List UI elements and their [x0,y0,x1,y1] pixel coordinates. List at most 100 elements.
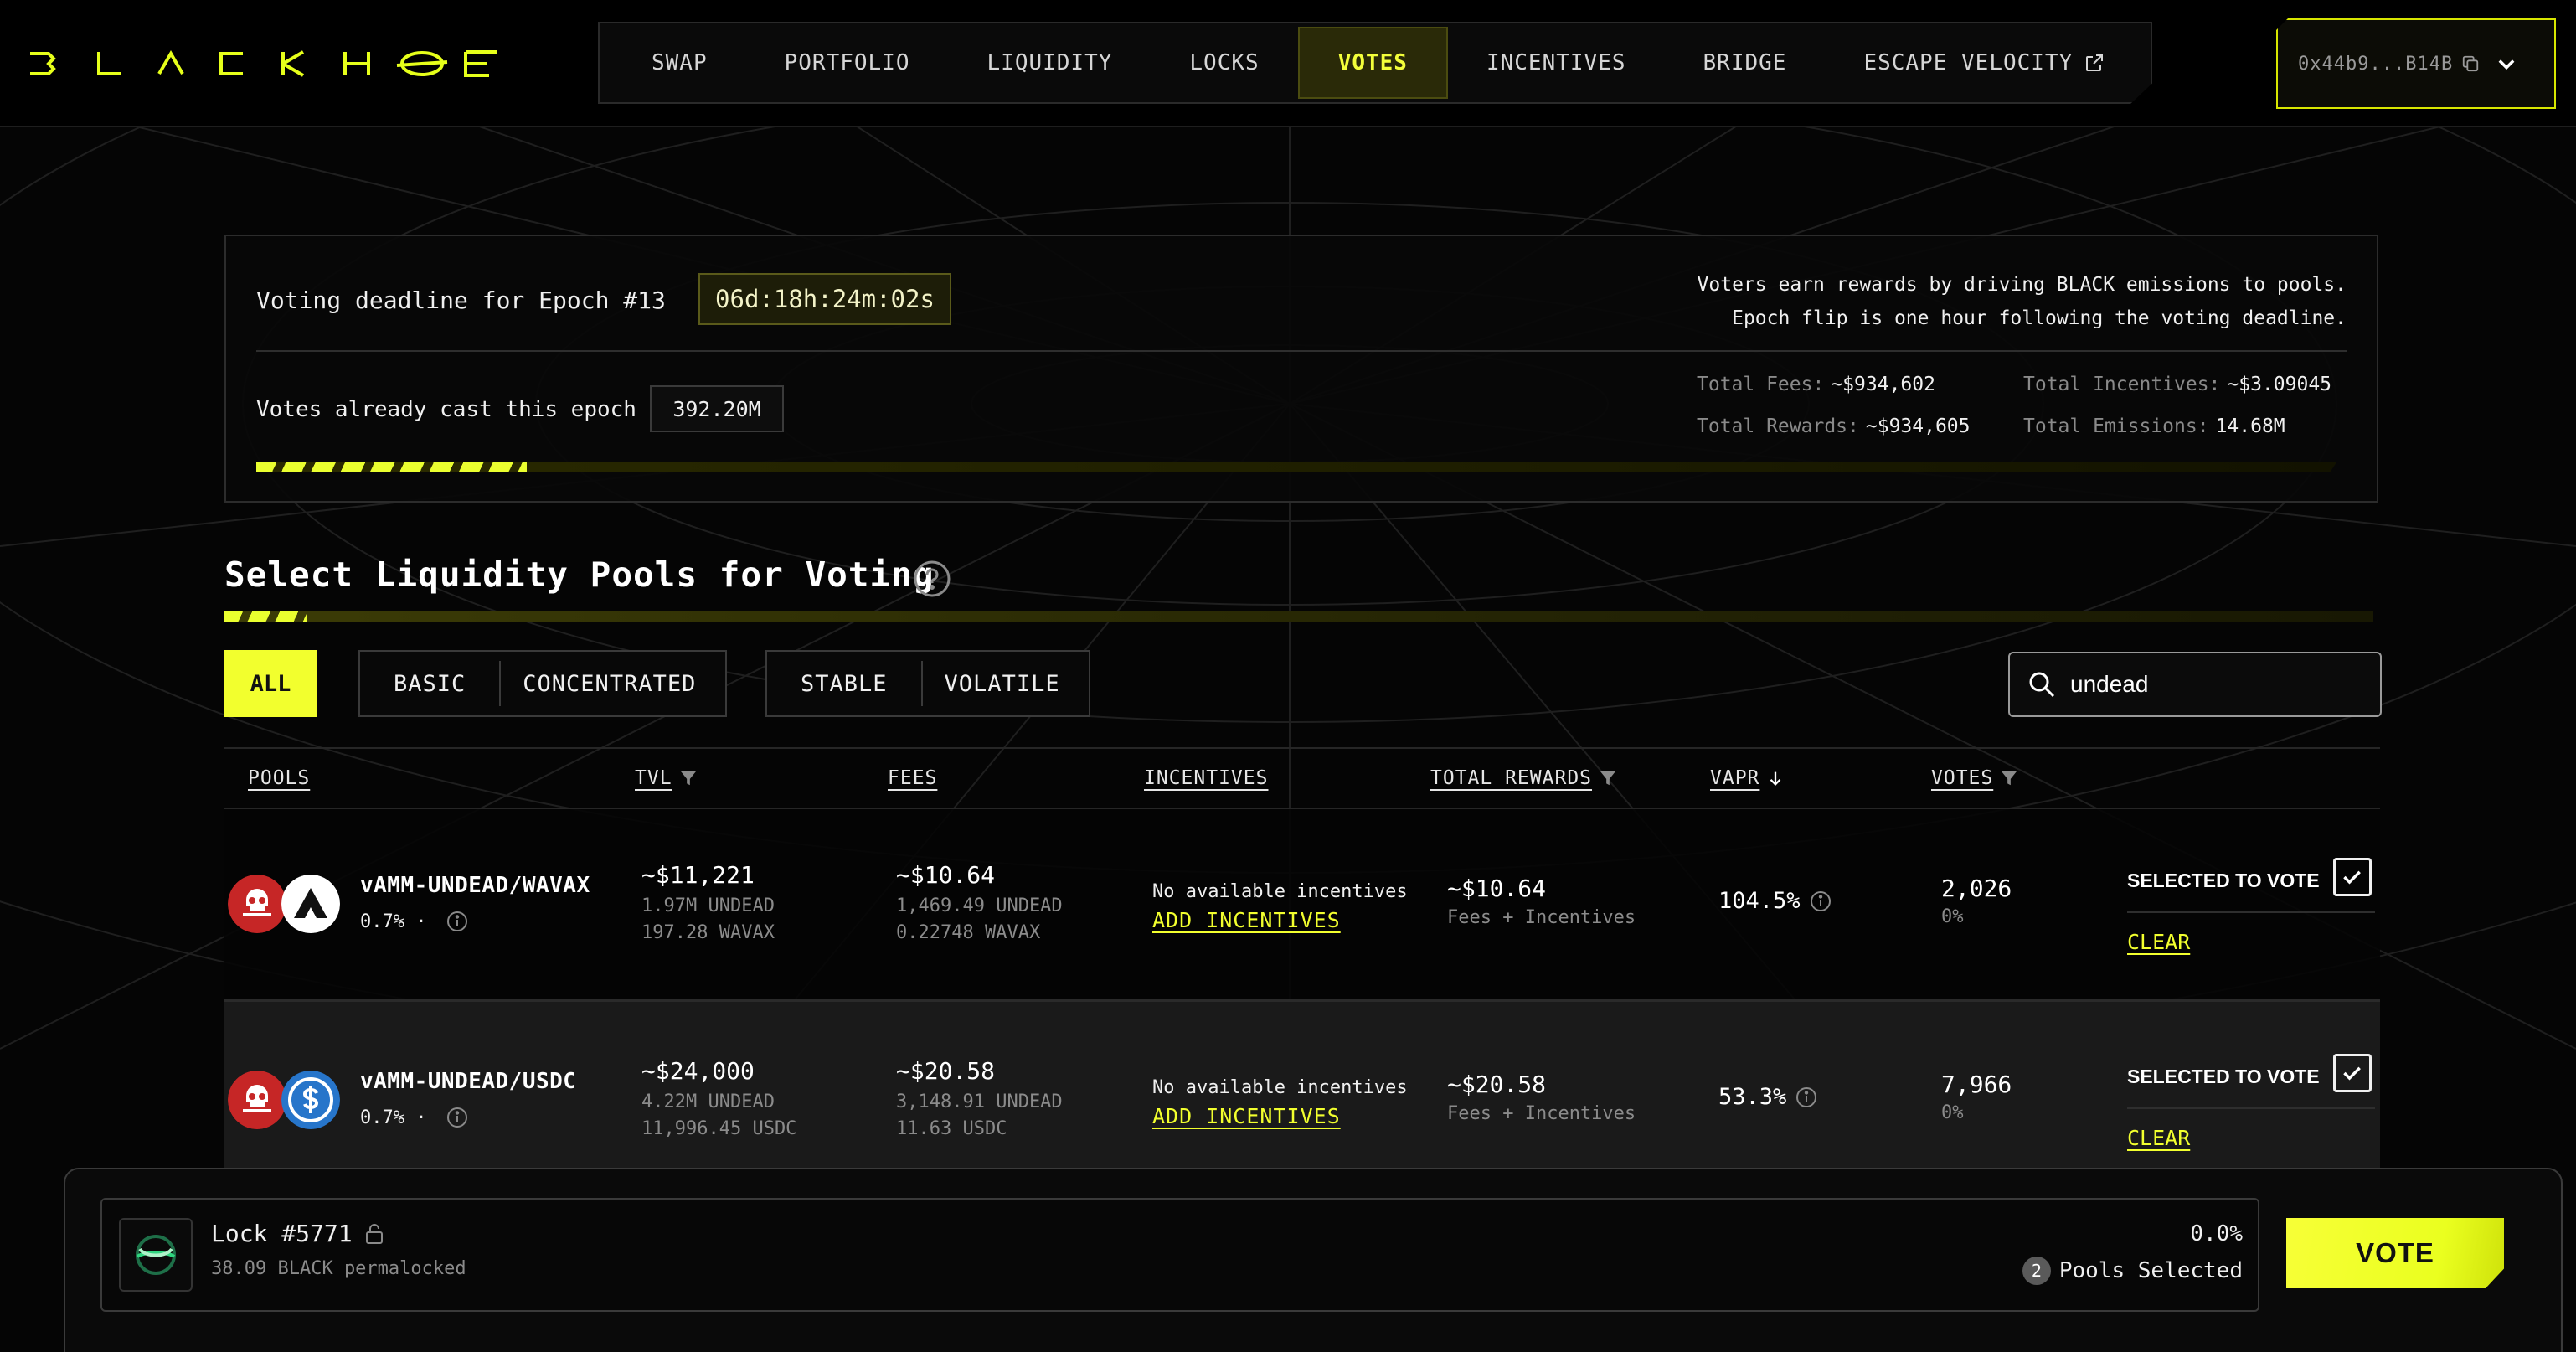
epoch-stats: Total Fees: ~$934,602 Total Incentives: … [1697,364,2347,447]
pool-stability-filter: STABLE VOLATILE [765,650,1090,717]
divider [2127,911,2375,913]
header-incentives[interactable]: INCENTIVES [1144,767,1268,789]
incentives-text: No available incentives [1152,1077,1408,1098]
header-votes-label: VOTES [1931,767,1994,789]
fees-value: ~$20.58 [896,1057,996,1085]
section-title-bar-fill [224,611,307,622]
info-icon[interactable] [446,910,469,933]
pool-pair-name: vAMM-UNDEAD/WAVAX [360,873,590,898]
search-input[interactable] [2070,671,2372,698]
clear-link[interactable]: CLEAR [2127,1126,2190,1150]
voting-deadline-countdown: 06d:18h:24m:02s [698,273,951,325]
header-fees[interactable]: FEES [888,767,937,789]
pool-fee: 0.7% · [360,911,427,932]
vote-percent-total: 0.0% [2190,1221,2243,1246]
total-emissions-stat: Total Emissions: 14.68M [2023,415,2347,437]
total-rewards-value: ~$934,605 [1865,415,1971,437]
header-pools[interactable]: POOLS [248,767,310,789]
add-incentives-link[interactable]: ADD INCENTIVES [1152,908,1341,932]
usdc-icon [281,1071,340,1129]
total-fees-label: Total Fees: [1697,374,1825,395]
tvl-token-a: 4.22M UNDEAD [641,1091,775,1112]
help-icon[interactable] [913,560,951,598]
pool-fee: 0.7% · [360,1107,427,1128]
filter-stable-button[interactable]: STABLE [767,661,921,706]
filter-icon [2002,771,2017,786]
header-tvl[interactable]: TVL [635,767,698,789]
header-total-rewards[interactable]: TOTAL REWARDS [1430,767,1617,789]
lock-subtitle: 38.09 BLACK permalocked [211,1258,466,1279]
vote-button[interactable]: VOTE [2286,1218,2504,1288]
total-incentives-value: ~$3.09045 [2227,374,2332,395]
divider [256,350,2347,352]
selected-to-vote-label: SELECTED TO VOTE [2127,1066,2320,1087]
total-fees-stat: Total Fees: ~$934,602 [1697,374,1990,395]
vote-bar: Lock #5771 38.09 BLACK permalocked 0.0% … [64,1168,2563,1352]
header-vapr-label: VAPR [1710,767,1760,789]
vapr-value: 53.3% [1718,1084,1818,1110]
info-icon[interactable] [1795,1086,1818,1109]
nav-liquidity[interactable]: LIQUIDITY [949,27,1151,99]
nav-incentives[interactable]: INCENTIVES [1448,27,1665,99]
nav-swap[interactable]: SWAP [613,27,746,99]
filter-concentrated-button[interactable]: CONCENTRATED [499,661,728,706]
header-tvl-label: TVL [635,767,672,789]
header-vapr[interactable]: VAPR [1710,767,1785,789]
checkbox-checked-icon[interactable] [2333,858,2372,896]
search-icon [2029,672,2055,698]
vapr-text: 104.5% [1718,888,1801,914]
total-incentives-label: Total Incentives: [2023,374,2221,395]
total-rewards-stat: Total Rewards: ~$934,605 [1697,415,1990,437]
add-incentives-link[interactable]: ADD INCENTIVES [1152,1104,1341,1128]
nav-votes[interactable]: VOTES [1298,27,1448,99]
pool-pair-name: vAMM-UNDEAD/USDC [360,1069,577,1094]
clear-link[interactable]: CLEAR [2127,930,2190,954]
wallet-button[interactable]: 0x44b9...B14B [2276,18,2556,109]
filter-all-button[interactable]: ALL [224,650,317,717]
tvl-token-b: 197.28 WAVAX [641,922,775,943]
info-icon[interactable] [446,1106,469,1129]
checkbox-checked-icon[interactable] [2333,1054,2372,1092]
blackhole-mark-icon [119,1218,193,1292]
total-rewards-label: Total Rewards: [1697,415,1859,437]
filter-basic-button[interactable]: BASIC [360,661,499,706]
blackhole-logo[interactable] [28,47,497,80]
nav-locks[interactable]: LOCKS [1151,27,1297,99]
undead-token-icon [228,875,286,933]
votes-cast-value: 392.20M [650,385,784,432]
total-emissions-label: Total Emissions: [2023,415,2209,437]
nav-portfolio[interactable]: PORTFOLIO [746,27,949,99]
lock-summary: Lock #5771 38.09 BLACK permalocked 0.0% … [100,1198,2259,1312]
header-votes[interactable]: VOTES [1931,767,2018,789]
external-link-icon [2084,53,2105,73]
fees-token-b: 11.63 USDC [896,1118,1007,1139]
table-row[interactable]: vAMM-UNDEAD/USDC 0.7% · ~$24,000 4.22M U… [224,999,2380,1188]
top-header: SWAP PORTFOLIO LIQUIDITY LOCKS VOTES INC… [0,0,2576,127]
nav-escape-velocity-label: ESCAPE VELOCITY [1863,50,2074,75]
info-icon[interactable] [1809,890,1832,913]
copy-icon[interactable] [2461,54,2480,73]
total-rewards-sub: Fees + Incentives [1447,907,1636,928]
fees-token-a: 1,469.49 UNDEAD [896,895,1063,916]
nav-escape-velocity[interactable]: ESCAPE VELOCITY [1825,27,2143,99]
total-rewards-value: ~$20.58 [1447,1071,1547,1098]
voting-deadline-label: Voting deadline for Epoch #13 [256,286,666,314]
pools-table-header: POOLS TVL FEES INCENTIVES TOTAL REWARDS … [224,747,2380,809]
votes-percent: 0% [1941,1102,1964,1123]
lock-title: Lock #5771 [211,1220,353,1247]
undead-token-icon [228,1071,286,1129]
avax-icon [281,875,340,933]
vapr-text: 53.3% [1718,1084,1787,1110]
fees-value: ~$10.64 [896,861,996,889]
total-rewards-sub: Fees + Incentives [1447,1103,1636,1124]
tvl-value: ~$24,000 [641,1057,755,1085]
filter-volatile-button[interactable]: VOLATILE [920,661,1092,706]
filter-icon [1600,771,1616,786]
chevron-down-icon[interactable] [2495,52,2518,75]
incentives-text: No available incentives [1152,881,1408,902]
lock-icon [366,1224,383,1244]
nav-bridge[interactable]: BRIDGE [1665,27,1826,99]
total-incentives-stat: Total Incentives: ~$3.09045 [2023,374,2347,395]
table-row[interactable]: vAMM-UNDEAD/WAVAX 0.7% · ~$11,221 1.97M … [224,809,2380,999]
votes-cast-label: Votes already cast this epoch [256,397,636,422]
